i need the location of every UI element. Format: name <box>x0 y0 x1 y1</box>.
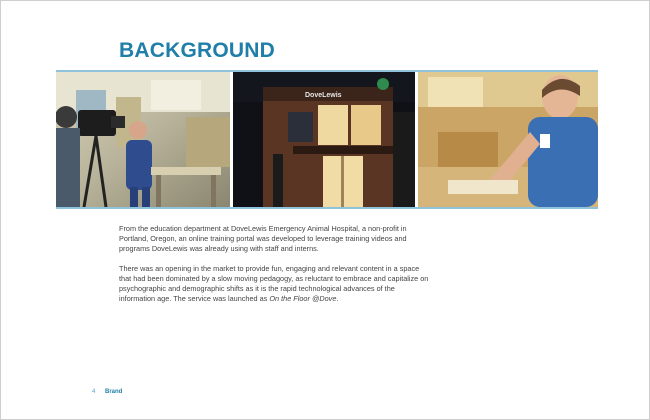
vet-nurse-image <box>418 72 598 207</box>
photo-video-shoot <box>56 72 230 207</box>
paragraph-2: There was an opening in the market to pr… <box>119 264 429 305</box>
section-label: Brand <box>105 389 123 395</box>
page-title: BACKGROUND <box>119 39 275 62</box>
paragraph-1: From the education department at DoveLew… <box>119 224 407 254</box>
page-footer: 4 Brand <box>92 389 122 395</box>
video-shoot-image <box>56 72 230 207</box>
page-number: 4 <box>92 389 96 395</box>
service-name: On the Floor @Dove <box>269 294 337 304</box>
photo-hospital-building: DoveLewis <box>233 72 415 207</box>
photo-vet-nurse <box>418 72 598 207</box>
document-page: BACKGROUND DoveLewis From the education … <box>0 0 650 420</box>
paragraph-2-end: . <box>336 294 339 304</box>
hospital-building-image: DoveLewis <box>233 72 415 207</box>
body-text: From the education department at DoveLew… <box>119 224 429 313</box>
photo-strip: DoveLewis <box>56 70 598 209</box>
building-sign-text: DoveLewis <box>305 92 342 99</box>
